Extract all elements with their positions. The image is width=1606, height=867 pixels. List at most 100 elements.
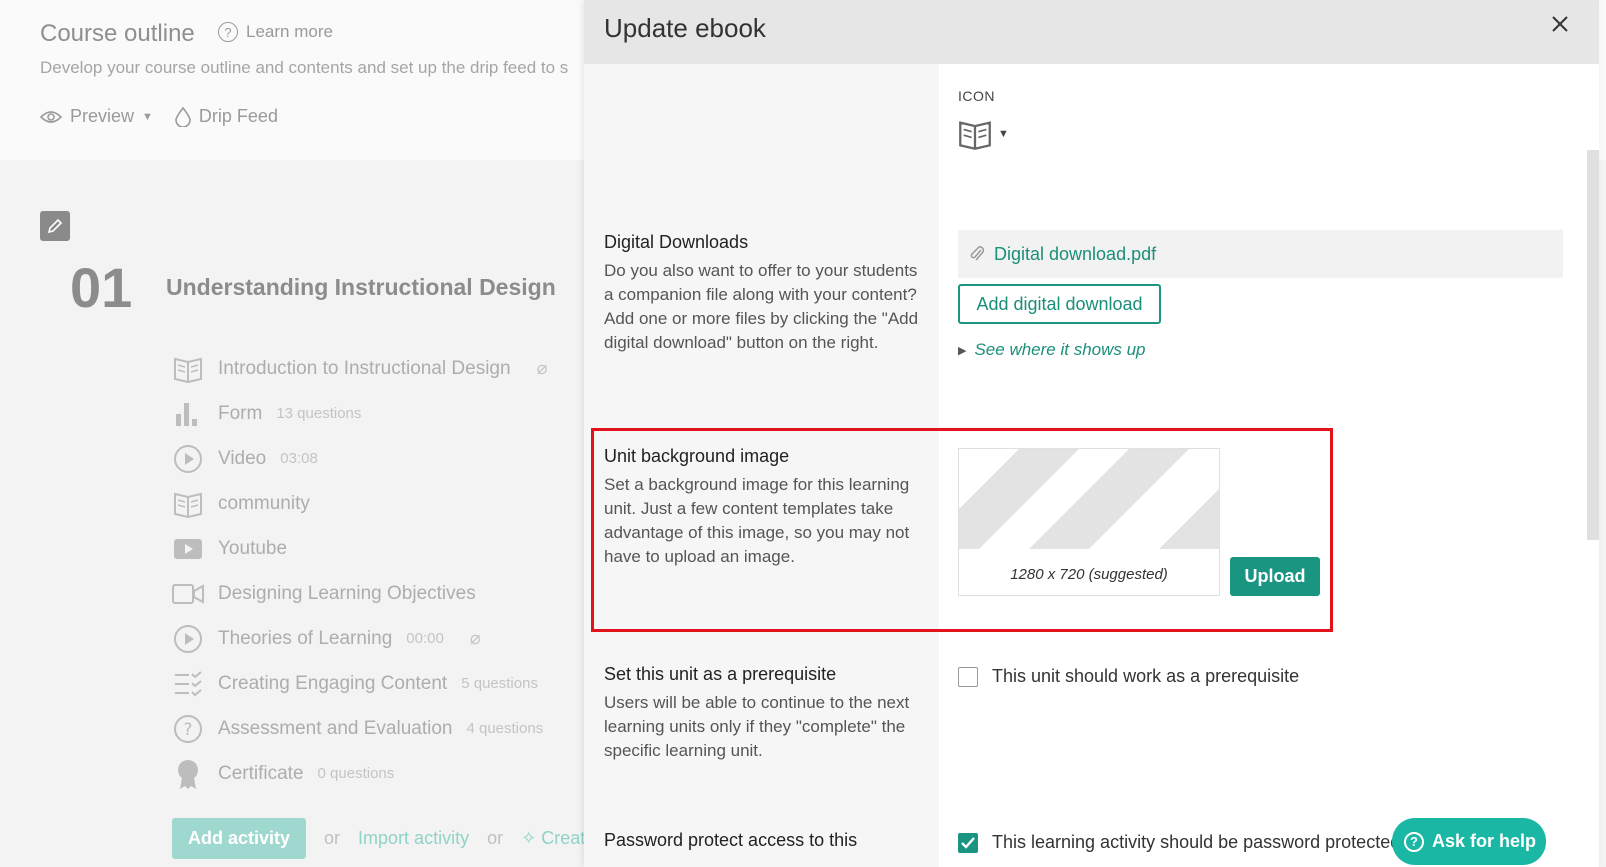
activity-name: Designing Learning Objectives: [218, 582, 476, 604]
question-circle-icon: ?: [172, 713, 204, 745]
upload-button[interactable]: Upload: [1230, 557, 1320, 596]
paperclip-icon: ⌀: [536, 358, 548, 378]
activity-name: Video: [218, 447, 267, 469]
background-image-placeholder[interactable]: 1280 x 720 (suggested): [958, 448, 1220, 596]
paperclip-icon: [970, 246, 984, 261]
activity-item[interactable]: Form 13 questions: [172, 391, 592, 436]
page-toolbar: Preview ▼ Drip Feed: [40, 106, 278, 127]
preview-label: Preview: [70, 106, 135, 126]
prerequisite-checkbox[interactable]: [958, 666, 978, 687]
activity-item[interactable]: Video 03:08: [172, 436, 592, 481]
preview-button[interactable]: Preview ▼: [40, 106, 153, 127]
caret-down-icon: ▼: [142, 110, 153, 123]
check-icon: [961, 836, 975, 849]
bar-chart-icon: [172, 398, 204, 430]
or-separator: or: [487, 828, 504, 848]
icon-picker[interactable]: ▼: [958, 118, 1009, 150]
drip-feed-label: Drip Feed: [198, 106, 278, 126]
activity-meta: 13 questions: [276, 405, 362, 422]
background-image-description: Set a background image for this learning…: [604, 475, 910, 566]
activity-meta: 0 questions: [317, 765, 395, 782]
certificate-icon: [172, 758, 204, 790]
see-where-toggle[interactable]: ▶ See where it shows up: [958, 340, 1146, 360]
prerequisite-label: Set this unit as a prerequisite Users wi…: [604, 664, 924, 763]
youtube-icon: [172, 533, 204, 565]
activity-item[interactable]: ? Assessment and Evaluation 4 questions: [172, 706, 592, 751]
learn-more-label: Learn more: [246, 22, 333, 41]
prerequisite-heading: Set this unit as a prerequisite: [604, 664, 837, 684]
eye-icon: [40, 110, 62, 123]
activity-item[interactable]: Introduction to Instructional Design ⌀: [172, 346, 592, 391]
password-heading: Password protect access to this: [604, 830, 858, 850]
image-placeholder-stripes: [959, 449, 1219, 549]
digital-download-file[interactable]: Digital download.pdf: [958, 230, 1563, 278]
update-ebook-modal: Update ebook ICON ▼ Digital Downloads Do…: [584, 0, 1599, 867]
activity-name: Form: [218, 402, 263, 424]
activity-name: Creating Engaging Content: [218, 672, 448, 694]
password-checkbox[interactable]: [958, 832, 978, 853]
image-size-caption: 1280 x 720 (suggested): [1010, 566, 1168, 583]
unit-title: Understanding Instructional Design: [166, 274, 556, 300]
caret-down-icon: ▼: [998, 128, 1009, 140]
close-icon: [1552, 16, 1568, 32]
learn-more-link[interactable]: ? Learn more: [218, 22, 333, 42]
background-image-label: Unit background image Set a background i…: [604, 446, 924, 569]
page-subtitle: Develop your course outline and contents…: [40, 58, 569, 77]
activity-name: Youtube: [218, 537, 288, 559]
prerequisite-description: Users will be able to continue to the ne…: [604, 693, 910, 760]
create-link[interactable]: ✧ Creat: [521, 828, 585, 849]
digital-download-filename: Digital download.pdf: [994, 243, 1157, 264]
see-where-label: See where it shows up: [974, 340, 1146, 359]
paperclip-icon: ⌀: [469, 628, 481, 648]
ask-for-help-label: Ask for help: [1432, 831, 1537, 851]
icon-field-label: ICON: [958, 88, 995, 104]
sparkle-icon: ✧: [521, 828, 537, 848]
activity-item[interactable]: Creating Engaging Content 5 questions: [172, 661, 592, 706]
activity-name: community: [218, 492, 310, 514]
activity-name: Introduction to Instructional Design: [218, 357, 511, 379]
add-digital-download-button[interactable]: Add digital download: [958, 284, 1161, 324]
scrollbar[interactable]: [1587, 150, 1599, 540]
prerequisite-option: This unit should work as a prerequisite: [958, 666, 1299, 687]
activity-item[interactable]: Certificate 0 questions: [172, 751, 592, 796]
create-label: Creat: [541, 828, 586, 848]
svg-text:?: ?: [183, 720, 192, 740]
prerequisite-checkbox-label: This unit should work as a prerequisite: [992, 666, 1300, 686]
close-button[interactable]: [1551, 14, 1569, 38]
import-activity-link[interactable]: Import activity: [358, 828, 469, 849]
activity-item[interactable]: Youtube: [172, 526, 592, 571]
activity-item[interactable]: Theories of Learning 00:00 ⌀: [172, 616, 592, 661]
modal-header: Update ebook: [584, 0, 1599, 64]
activity-item[interactable]: Designing Learning Objectives: [172, 571, 592, 616]
book-icon: [172, 488, 204, 520]
add-activity-button[interactable]: Add activity: [172, 818, 307, 859]
pencil-icon: [47, 218, 63, 234]
play-circle-icon: [172, 623, 204, 655]
password-label: Password protect access to this: [604, 830, 924, 857]
play-circle-icon: [172, 443, 204, 475]
password-checkbox-label: This learning activity should be passwor…: [992, 832, 1401, 852]
unit-actions: Add activity or Import activity or ✧ Cre…: [172, 818, 585, 859]
drip-feed-button[interactable]: Drip Feed: [175, 106, 278, 127]
digital-downloads-heading: Digital Downloads: [604, 232, 749, 252]
help-circle-icon: ?: [1404, 831, 1424, 852]
edit-unit-button[interactable]: [40, 211, 70, 241]
checklist-icon: [172, 668, 204, 700]
modal-title: Update ebook: [604, 13, 766, 43]
or-separator: or: [324, 828, 341, 848]
activity-meta: 5 questions: [461, 675, 538, 692]
activity-item[interactable]: community: [172, 481, 592, 526]
activity-meta: 00:00: [406, 630, 444, 647]
video-camera-icon: [172, 578, 204, 610]
activity-meta: 4 questions: [466, 720, 544, 737]
activity-name: Theories of Learning: [218, 627, 393, 649]
activity-list: Introduction to Instructional Design ⌀ F…: [172, 346, 592, 796]
unit-number: 01: [70, 256, 133, 319]
background-image-heading: Unit background image: [604, 446, 790, 466]
book-icon: [172, 353, 204, 385]
caret-right-icon: ▶: [958, 344, 967, 357]
digital-downloads-label: Digital Downloads Do you also want to of…: [604, 232, 924, 355]
drop-icon: [175, 106, 191, 127]
activity-name: Certificate: [218, 762, 304, 784]
ask-for-help-button[interactable]: ? Ask for help: [1392, 818, 1546, 865]
